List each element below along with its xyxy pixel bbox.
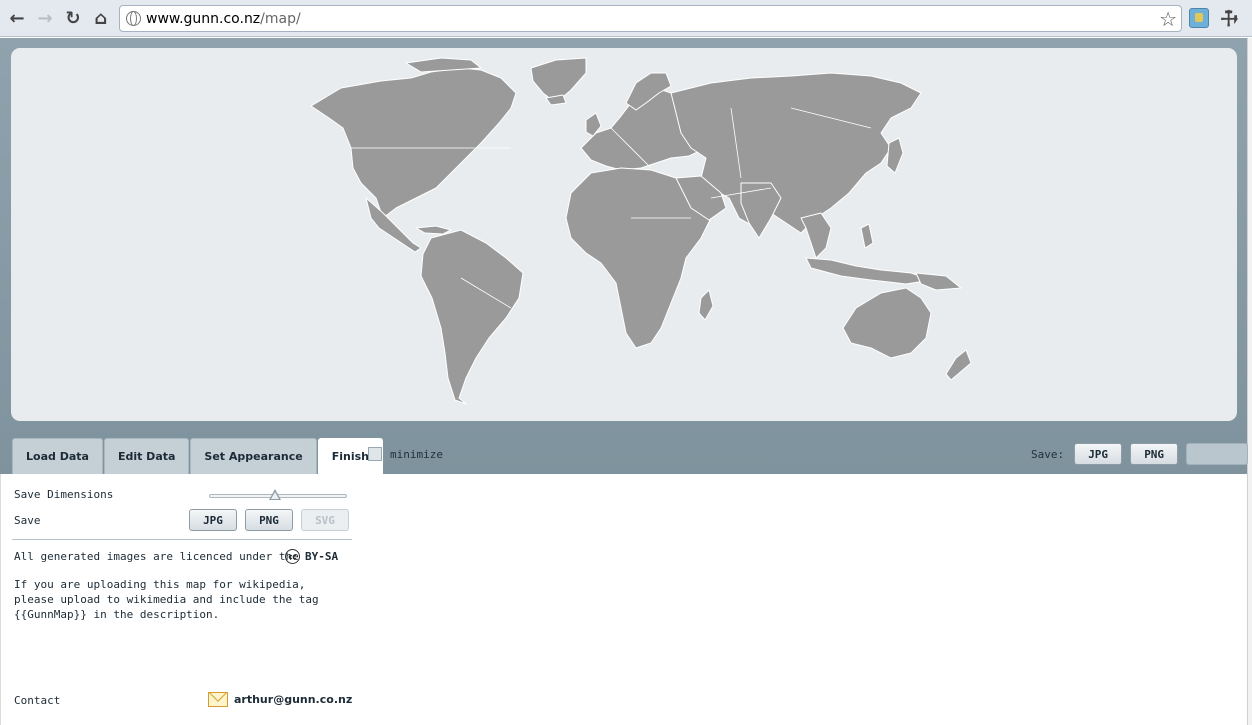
minimize-toggle[interactable]: minimize [368,447,443,461]
map-japan [886,137,904,174]
map-caribbean [415,225,452,235]
map-india [740,182,782,239]
address-bar[interactable]: www.gunn.co.nz/map/ ☆ [119,5,1182,32]
toolbar-save-jpg-button[interactable]: JPG [1074,443,1123,465]
map-southeast-asia [800,212,832,259]
window-edge [1247,38,1252,725]
world-map[interactable] [11,48,1237,421]
map-new-guinea [915,272,962,291]
tab-load-data[interactable]: Load Data [12,438,103,474]
save-dimensions-label: Save Dimensions [14,488,114,501]
map-philippines [860,223,874,249]
world-map-svg [310,57,972,405]
url-host: www.gunn.co.nz [146,10,261,27]
map-south-america [420,229,524,405]
map-new-zealand [945,349,972,381]
forward-arrow-icon[interactable]: → [32,5,58,31]
toolbar-save-group: Save: JPG PNG SVG [1031,443,1252,465]
creative-commons-icon: cc [285,549,300,564]
star-icon[interactable]: ☆ [1159,7,1177,31]
panel-divider [12,539,352,540]
reload-icon[interactable]: ↻ [60,5,86,31]
map-north-america [310,67,517,219]
map-australia [842,287,932,359]
save-label: Save [14,514,41,527]
envelope-icon [208,692,228,707]
contact-label: Contact [14,694,61,707]
toolbar-save-svg-button[interactable]: SVG [1186,443,1249,465]
save-png-button[interactable]: PNG [245,509,293,531]
wikipedia-note: If you are uploading this map for wikipe… [14,578,319,621]
contact-email[interactable]: arthur@gunn.co.nz [234,693,352,706]
map-madagascar [698,289,714,321]
back-arrow-icon[interactable]: ← [4,5,30,31]
save-svg-button[interactable]: SVG [301,509,349,531]
url-path: /map/ [260,10,301,27]
map-indonesia [805,257,932,285]
tab-set-appearance[interactable]: Set Appearance [190,438,317,474]
contact-link[interactable]: arthur@gunn.co.nz [208,692,352,707]
browser-toolbar: ← → ↻ ⌂ www.gunn.co.nz/map/ ☆ ⚒ [0,0,1252,37]
save-button-group: JPG PNG SVG [189,509,357,531]
extension-icon[interactable] [1189,8,1209,28]
save-jpg-button[interactable]: JPG [189,509,237,531]
save-dimensions-slider-thumb[interactable] [269,489,281,500]
minimize-label: minimize [390,447,443,461]
toolbar-save-png-button[interactable]: PNG [1130,443,1179,465]
toolbar-save-label: Save: [1031,447,1065,461]
wrench-icon[interactable]: ⚒ [1214,3,1244,33]
url-text: www.gunn.co.nz/map/ [146,11,301,27]
home-icon[interactable]: ⌂ [88,5,114,31]
minimize-checkbox[interactable] [368,447,382,461]
licence-name: BY-SA [305,550,339,563]
licence-text: All generated images are licenced under … [14,550,299,563]
licence-badge[interactable]: cc BY-SA [285,549,338,564]
globe-icon [126,11,141,26]
tab-edit-data[interactable]: Edit Data [103,438,190,474]
tab-bar: Load Data Edit Data Set Appearance Finis… [12,438,384,474]
